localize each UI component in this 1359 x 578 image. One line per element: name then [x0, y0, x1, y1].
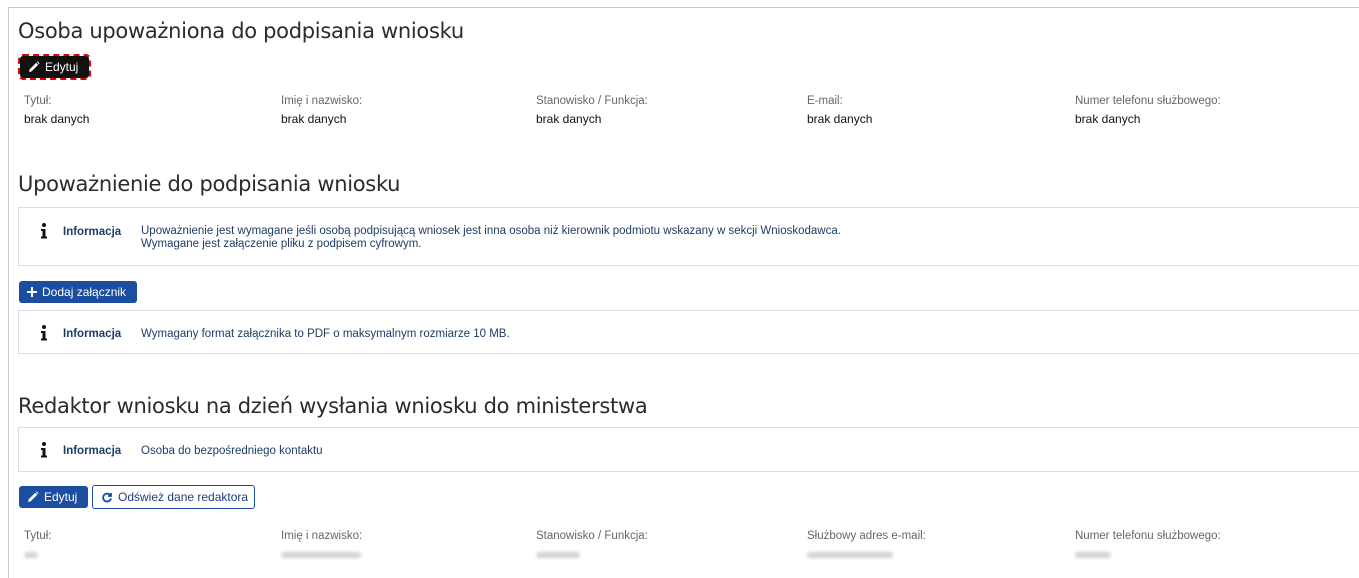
refresh-editor-label: Odśwież dane redaktora	[118, 490, 249, 504]
blurred-value	[536, 552, 580, 558]
editor-field-title: Tytuł:	[24, 530, 51, 558]
add-attachment-button[interactable]: Dodaj załącznik	[19, 281, 137, 303]
editor-field-full-name: Imię i nazwisko:	[281, 530, 362, 558]
section-title-authorized-person: Osoba upoważniona do podpisania wniosku	[18, 19, 464, 43]
refresh-editor-data-button[interactable]: Odśwież dane redaktora	[92, 485, 255, 509]
field-title: Tytuł: brak danych	[24, 95, 90, 126]
info-box-editor: Informacja Osoba do bezpośredniego konta…	[18, 427, 1359, 472]
info-text: Osoba do bezpośredniego kontaktu	[141, 445, 323, 457]
plus-icon	[27, 287, 37, 297]
editor-field-email: Służbowy adres e-mail:	[807, 530, 926, 558]
add-attachment-label: Dodaj załącznik	[42, 285, 127, 299]
blurred-value	[24, 552, 38, 558]
pencil-icon	[27, 491, 39, 503]
info-text: Wymagany format załącznika to PDF o maks…	[141, 328, 510, 340]
edit-button[interactable]: Edytuj	[18, 54, 91, 80]
field-full-name: Imię i nazwisko: brak danych	[281, 95, 363, 126]
info-box-attachment-format: Informacja Wymagany format załącznika to…	[18, 310, 1359, 354]
editor-field-phone: Numer telefonu służbowego:	[1075, 530, 1221, 558]
field-position: Stanowisko / Funkcja: brak danych	[536, 95, 648, 126]
editor-edit-label: Edytuj	[44, 490, 78, 504]
blurred-value	[1075, 552, 1111, 558]
field-phone: Numer telefonu służbowego: brak danych	[1075, 95, 1221, 126]
info-icon	[40, 223, 48, 244]
pencil-icon	[28, 61, 40, 73]
editor-edit-button[interactable]: Edytuj	[19, 486, 88, 508]
info-text: Upoważnienie jest wymagane jeśli osobą p…	[141, 225, 841, 250]
info-label: Informacja	[63, 226, 122, 238]
info-label: Informacja	[63, 328, 122, 340]
info-icon	[40, 325, 48, 346]
info-box-authorization: Informacja Upoważnienie jest wymagane je…	[18, 207, 1359, 266]
section-title-authorization: Upoważnienie do podpisania wniosku	[18, 172, 401, 196]
info-label: Informacja	[63, 445, 122, 457]
blurred-value	[807, 552, 893, 558]
edit-button-label: Edytuj	[45, 60, 79, 74]
blurred-value	[281, 552, 361, 558]
refresh-icon	[101, 491, 113, 503]
field-email: E-mail: brak danych	[807, 95, 873, 126]
info-icon	[40, 442, 48, 463]
editor-field-position: Stanowisko / Funkcja:	[536, 530, 648, 558]
section-title-editor: Redaktor wniosku na dzień wysłania wnios…	[18, 394, 648, 418]
